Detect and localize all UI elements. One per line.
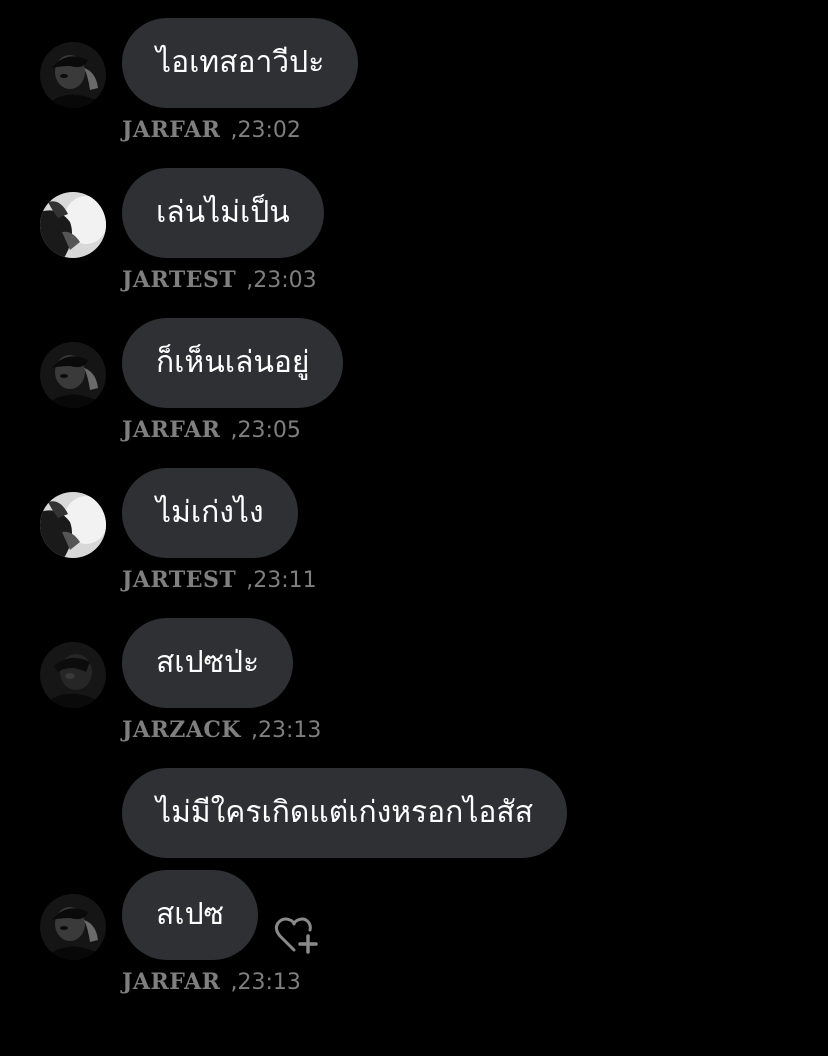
sender-name[interactable]: JARFAR xyxy=(122,969,220,995)
timestamp: ,23:05 xyxy=(230,418,301,443)
message-bubble[interactable]: ไม่เก่งไง xyxy=(122,468,298,558)
sender-name[interactable]: JARFAR xyxy=(122,117,220,143)
message-meta: JARFAR ,23:05 xyxy=(122,417,301,444)
heart-plus-icon[interactable] xyxy=(274,914,320,956)
message-bubble[interactable]: เล่นไม่เป็น xyxy=(122,168,324,258)
message-meta: JARFAR ,23:02 xyxy=(122,117,301,144)
sender-name[interactable]: JARTEST xyxy=(122,567,236,593)
sender-name[interactable]: JARTEST xyxy=(122,267,236,293)
message-bubble[interactable]: สเปซ xyxy=(122,870,258,960)
avatar-jarfar[interactable] xyxy=(40,342,106,408)
timestamp: ,23:03 xyxy=(246,268,317,293)
message-bubble[interactable]: ก็เห็นเล่นอยู่ xyxy=(122,318,344,408)
message-meta: JARTEST ,23:11 xyxy=(122,567,317,594)
message-meta: JARTEST ,23:03 xyxy=(122,267,317,294)
avatar-jarzack[interactable] xyxy=(40,642,106,708)
avatar-jarfar[interactable] xyxy=(40,894,106,960)
message-bubble[interactable]: ไม่มีใครเกิดแต่เก่งหรอกไอสัส xyxy=(122,768,568,858)
timestamp: ,23:02 xyxy=(230,118,301,143)
message-bubble[interactable]: ไอเทสอาวีปะ xyxy=(122,18,359,108)
timestamp: ,23:11 xyxy=(246,568,317,593)
message-meta: JARFAR ,23:13 xyxy=(122,969,301,996)
sender-name[interactable]: JARZACK xyxy=(122,717,241,743)
timestamp: ,23:13 xyxy=(251,718,322,743)
sender-name[interactable]: JARFAR xyxy=(122,417,220,443)
timestamp: ,23:13 xyxy=(230,970,301,995)
avatar-jarfar[interactable] xyxy=(40,42,106,108)
message-meta: JARZACK ,23:13 xyxy=(122,717,321,744)
avatar-jartest[interactable] xyxy=(40,192,106,258)
message-bubble[interactable]: สเปซป่ะ xyxy=(122,618,294,708)
avatar-jartest[interactable] xyxy=(40,492,106,558)
